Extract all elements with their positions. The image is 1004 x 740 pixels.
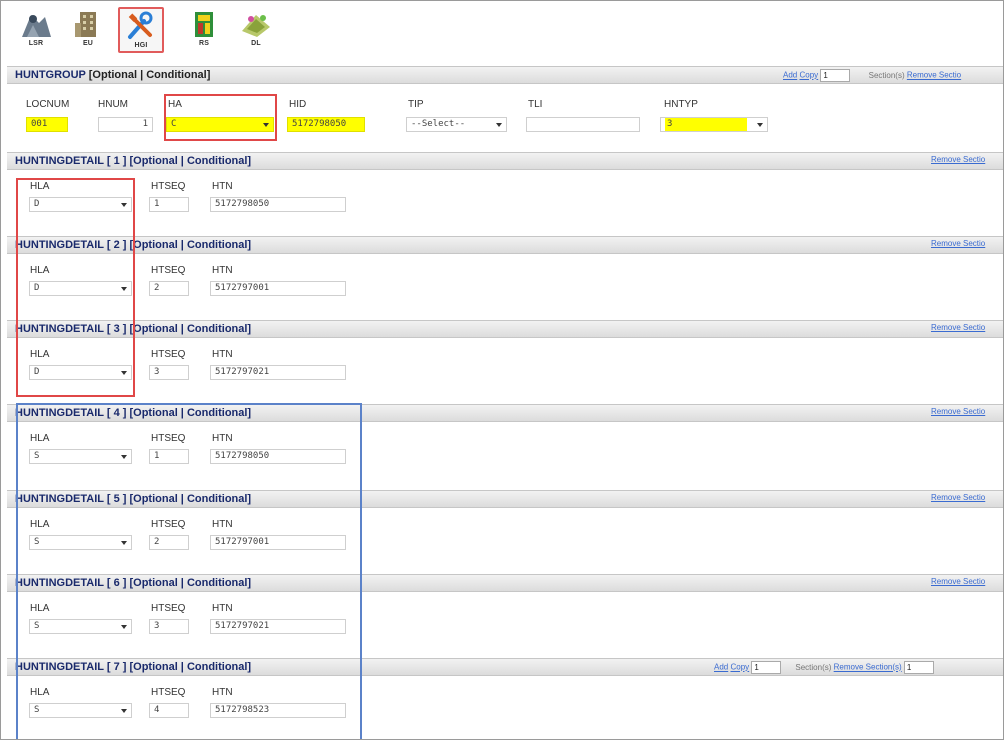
- hntyp-label: HNTYP: [664, 99, 698, 110]
- locnum-field[interactable]: 001: [26, 117, 68, 132]
- detail-controls: Remove Sectio: [931, 493, 985, 502]
- hgi-label: HGI: [134, 42, 148, 49]
- remove-section-link[interactable]: Remove Sectio: [931, 493, 985, 502]
- rs-button[interactable]: RS: [181, 7, 227, 53]
- htseq-field[interactable]: 3: [149, 365, 189, 380]
- hntyp-select-value: 3: [665, 118, 747, 131]
- hgi-button[interactable]: HGI: [118, 7, 164, 53]
- hgi-icon: [128, 11, 153, 39]
- detail-controls: Remove Sectio: [931, 577, 985, 586]
- hntyp-select[interactable]: 3: [660, 117, 768, 132]
- detail-controls: Remove Sectio: [931, 407, 985, 416]
- remove-section-link[interactable]: Remove Sectio: [931, 155, 985, 164]
- hnum-field[interactable]: 1: [98, 117, 153, 132]
- dl-label: DL: [251, 40, 261, 47]
- tip-select-value: --Select--: [411, 119, 466, 129]
- section-count-input[interactable]: 1: [820, 69, 851, 82]
- huntingdetail-header: HUNTINGDETAIL [ 3 ] [Optional | Conditio…: [7, 320, 1003, 338]
- rs-icon: [195, 12, 213, 37]
- toolbar: LSR EU HGI RS DL: [1, 1, 1003, 59]
- copy-link[interactable]: Copy: [730, 663, 749, 672]
- locnum-label: LOCNUM: [26, 99, 70, 110]
- tli-field[interactable]: [526, 117, 640, 132]
- lsr-button[interactable]: LSR: [13, 7, 59, 53]
- htseq-field[interactable]: 1: [149, 197, 189, 212]
- remove-section-link[interactable]: Remove Sectio: [931, 407, 985, 416]
- tli-label: TLI: [528, 99, 543, 110]
- huntgroup-header: HUNTGROUP [Optional | Conditional] Add C…: [7, 66, 1003, 84]
- htseq-label: HTSEQ: [151, 349, 186, 360]
- htn-field[interactable]: 5172797001: [210, 281, 346, 296]
- detail-controls: Remove Sectio: [931, 155, 985, 164]
- rs-label: RS: [198, 40, 210, 47]
- section-count-input[interactable]: 1: [751, 661, 782, 674]
- detail-controls: Remove Sectio: [931, 323, 985, 332]
- chevron-down-icon: [757, 123, 763, 127]
- dl-icon: [242, 15, 270, 37]
- sections-label: Section(s): [868, 70, 905, 80]
- eu-icon: [75, 12, 96, 37]
- huntingdetail-title: HUNTINGDETAIL [ 1 ] [Optional | Conditio…: [15, 155, 252, 167]
- remove-section-link[interactable]: Remove Sectio: [931, 577, 985, 586]
- hla-blue-highlight-box: [16, 403, 362, 739]
- chevron-down-icon: [496, 123, 502, 127]
- detail-controls: Remove Sectio: [931, 239, 985, 248]
- lsr-icon: [22, 15, 51, 37]
- eu-button[interactable]: EU: [65, 7, 111, 53]
- htn-field[interactable]: 5172797021: [210, 365, 346, 380]
- huntingdetail-header: HUNTINGDETAIL [ 1 ] [Optional | Conditio…: [7, 152, 1003, 170]
- copy-link[interactable]: Copy: [799, 71, 818, 80]
- htseq-label: HTSEQ: [151, 181, 186, 192]
- hid-label: HID: [289, 99, 307, 110]
- htn-label: HTN: [212, 349, 233, 360]
- htseq-field[interactable]: 2: [149, 281, 189, 296]
- huntgroup-controls: Add Copy 1 Section(s) Remove Sectio: [783, 69, 961, 82]
- tip-select[interactable]: --Select--: [406, 117, 507, 132]
- remove-sections-link[interactable]: Remove Section(s): [834, 663, 902, 672]
- dl-button[interactable]: DL: [233, 7, 279, 53]
- hid-field[interactable]: 5172798050: [287, 117, 365, 132]
- remove-section-link[interactable]: Remove Sectio: [931, 323, 985, 332]
- lsr-label: LSR: [28, 40, 44, 47]
- htn-field[interactable]: 5172798050: [210, 197, 346, 212]
- ha-highlight-box: [164, 94, 277, 141]
- add-link[interactable]: Add: [714, 663, 728, 672]
- remove-count-input[interactable]: 1: [903, 661, 934, 674]
- hnum-label: HNUM: [98, 99, 128, 110]
- htn-label: HTN: [212, 181, 233, 192]
- hla-red-highlight-box: [16, 178, 135, 397]
- remove-section-link[interactable]: Remove Sectio: [907, 71, 961, 80]
- htseq-label: HTSEQ: [151, 265, 186, 276]
- tip-label: TIP: [408, 99, 424, 110]
- htn-label: HTN: [212, 265, 233, 276]
- huntingdetail-header: HUNTINGDETAIL [ 2 ] [Optional | Conditio…: [7, 236, 1003, 254]
- detail-controls: Add Copy 1 Section(s) Remove Section(s) 1: [714, 661, 934, 674]
- remove-section-link[interactable]: Remove Sectio: [931, 239, 985, 248]
- form-window: LSR EU HGI RS DL HUNTGROUP [Optional | C…: [0, 0, 1004, 740]
- eu-label: EU: [82, 40, 94, 47]
- add-link[interactable]: Add: [783, 71, 797, 80]
- huntgroup-title: HUNTGROUP [Optional | Conditional]: [15, 69, 211, 81]
- sections-label: Section(s): [795, 662, 832, 672]
